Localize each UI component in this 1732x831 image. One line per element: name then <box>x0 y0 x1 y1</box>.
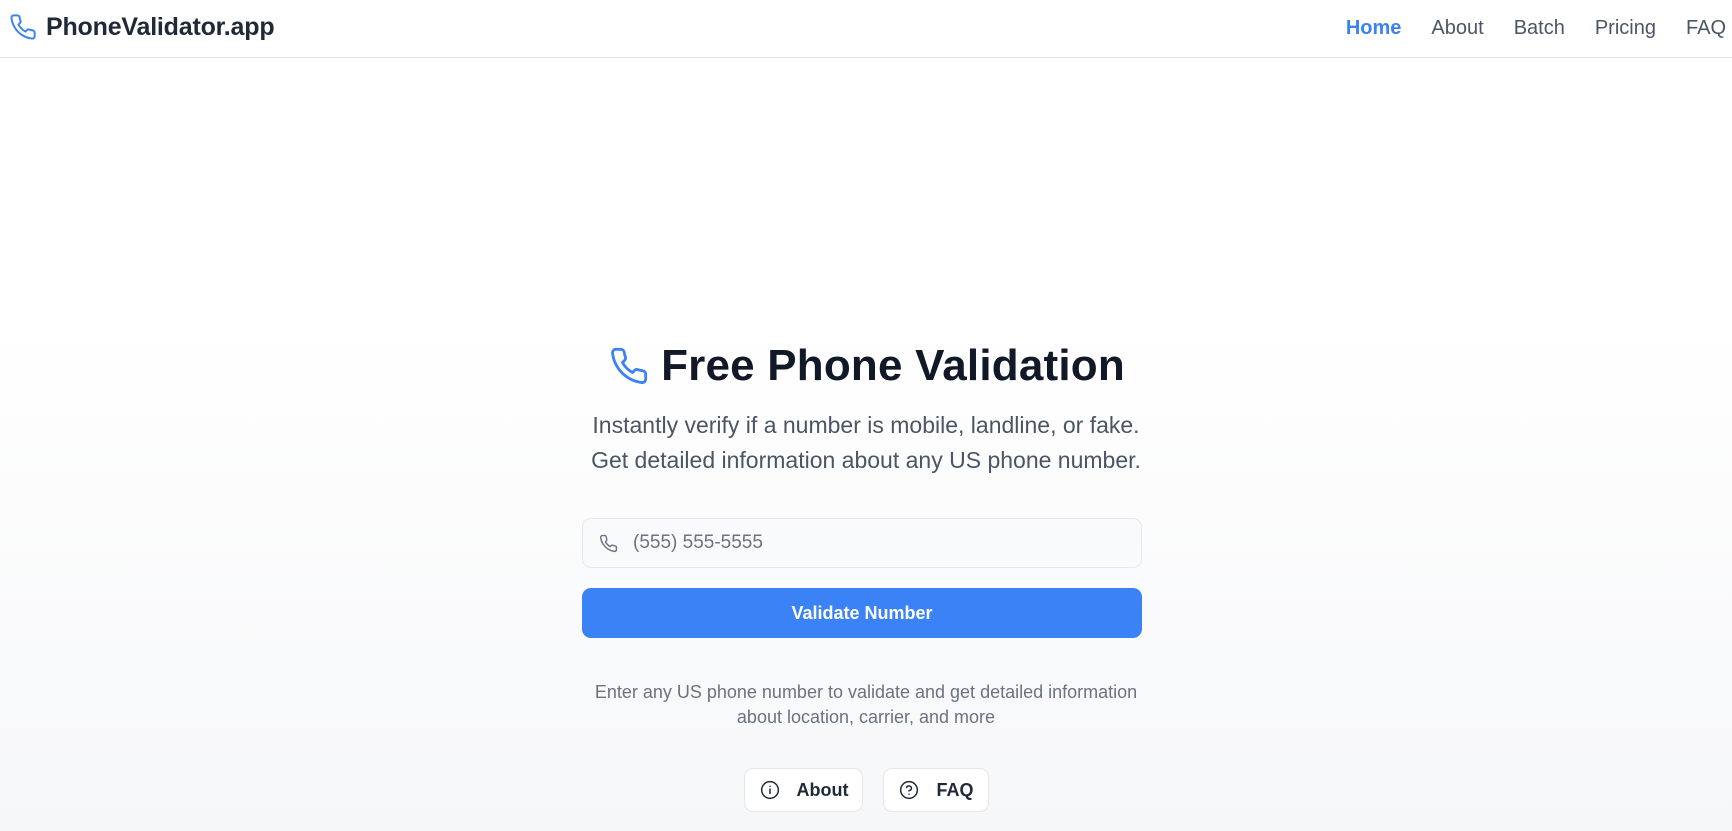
nav-link-batch[interactable]: Batch <box>1514 17 1565 40</box>
hero-title-row: Free Phone Validation <box>0 338 1732 394</box>
phone-icon <box>8 12 38 42</box>
phone-icon <box>597 532 619 554</box>
phone-icon <box>607 344 651 388</box>
nav-link-about[interactable]: About <box>1431 17 1483 40</box>
phone-input-wrapper <box>582 518 1142 568</box>
hero-subtitle-line-1: Instantly verify if a number is mobile, … <box>592 412 1140 438</box>
faq-link-label: FAQ <box>936 779 974 800</box>
brand-name: PhoneValidator.app <box>46 12 275 41</box>
page-title: Free Phone Validation <box>661 341 1125 390</box>
nav-link-pricing[interactable]: Pricing <box>1595 17 1656 40</box>
faq-link-button[interactable]: FAQ <box>883 768 989 812</box>
helper-text: Enter any US phone number to validate an… <box>0 680 1732 730</box>
nav-link-home[interactable]: Home <box>1346 17 1402 40</box>
brand-logo-link[interactable]: PhoneValidator.app <box>8 10 275 44</box>
about-link-label: About <box>796 779 849 800</box>
main-nav: Home About Batch Pricing FAQ <box>1346 13 1726 43</box>
helper-text-line-1: Enter any US phone number to validate an… <box>594 682 1138 702</box>
hero-subtitle: Instantly verify if a number is mobile, … <box>0 408 1732 478</box>
question-icon <box>898 779 920 801</box>
validate-number-button[interactable]: Validate Number <box>582 588 1142 638</box>
info-icon <box>759 779 781 801</box>
phone-number-input[interactable] <box>633 520 1133 566</box>
quick-links: About FAQ <box>0 768 1732 812</box>
nav-link-faq[interactable]: FAQ <box>1686 17 1726 40</box>
about-link-button[interactable]: About <box>743 768 864 812</box>
helper-text-line-2: about location, carrier, and more <box>736 707 996 727</box>
site-header: PhoneValidator.app Home About Batch Pric… <box>0 0 1732 58</box>
hero-subtitle-line-2: Get detailed information about any US ph… <box>591 447 1141 473</box>
